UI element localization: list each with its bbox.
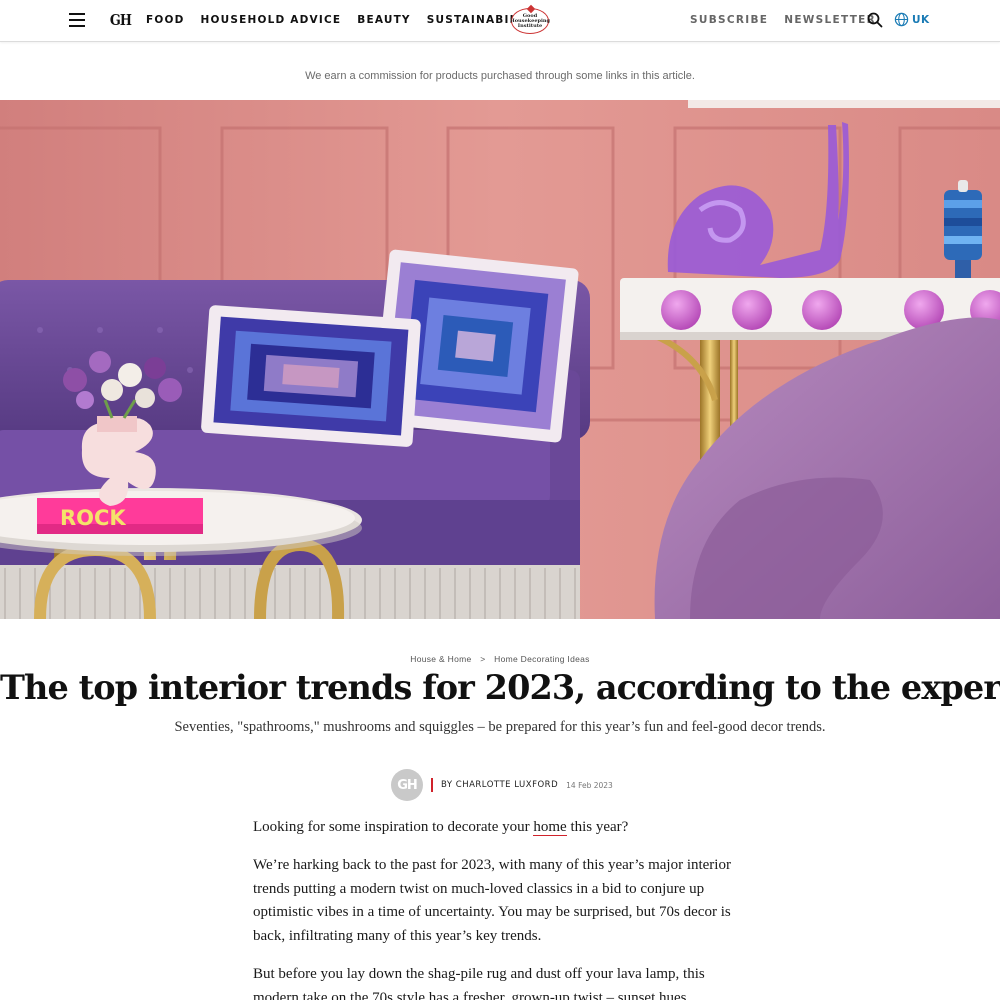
paragraph-intro-text: Looking for some inspiration to decorate… — [253, 819, 534, 835]
hero-illustration: ROCK — [0, 100, 1000, 619]
menu-icon[interactable] — [69, 13, 85, 27]
byline-divider — [431, 778, 433, 792]
article-title: The top interior trends for 2023, accord… — [0, 668, 1000, 707]
publish-date: 14 Feb 2023 — [566, 780, 613, 790]
region-label: UK — [912, 13, 930, 26]
hero-image: ROCK — [0, 100, 1000, 619]
search-icon[interactable] — [867, 12, 883, 28]
paragraph-seventies: We’re harking back to the past for 2023,… — [253, 857, 731, 944]
globe-icon — [894, 12, 909, 27]
institute-seal-logo[interactable]: Good Housekeeping Institute — [509, 8, 551, 34]
nav-link-household-advice[interactable]: HOUSEHOLD ADVICE — [201, 14, 342, 26]
article-body: Looking for some inspiration to decorate… — [253, 816, 738, 1000]
paragraph-intro-end: this year? — [566, 819, 629, 835]
article-dek: Seventies, "spathrooms," mushrooms and s… — [174, 719, 826, 735]
breadcrumb-home-decorating-ideas[interactable]: Home Decorating Ideas — [494, 654, 590, 664]
secondary-nav: SUBSCRIBE NEWSLETTER — [690, 14, 876, 26]
newsletter-link[interactable]: NEWSLETTER — [784, 14, 876, 26]
book-cover-text: ROCK — [60, 506, 126, 530]
breadcrumb-house-home[interactable]: House & Home — [410, 654, 471, 664]
affiliate-disclaimer: We earn a commission for products purcha… — [305, 70, 695, 82]
breadcrumb-separator: > — [480, 654, 486, 664]
byline: GH BY CHARLOTTE LUXFORD 14 Feb 2023 — [391, 769, 613, 801]
site-logo[interactable]: GH — [110, 11, 132, 29]
region-selector[interactable]: UK — [894, 12, 930, 27]
subscribe-link[interactable]: SUBSCRIBE — [690, 14, 768, 26]
top-navigation: GH FOOD HOUSEHOLD ADVICE BEAUTY SUSTAINA… — [0, 0, 1000, 42]
home-link[interactable]: home — [533, 819, 567, 836]
author-name[interactable]: BY CHARLOTTE LUXFORD — [441, 780, 558, 790]
institute-seal-text: Good Housekeeping Institute — [509, 12, 551, 29]
paragraph-intro: Looking for some inspiration to decorate… — [253, 816, 738, 840]
author-avatar[interactable]: GH — [391, 769, 423, 801]
paragraph-shag-pile: But before you lay down the shag-pile ru… — [253, 965, 705, 1000]
nav-link-food[interactable]: FOOD — [146, 14, 185, 26]
primary-nav: FOOD HOUSEHOLD ADVICE BEAUTY SUSTAINABIL… — [146, 14, 540, 26]
breadcrumb: House & Home > Home Decorating Ideas — [0, 654, 1000, 664]
nav-link-beauty[interactable]: BEAUTY — [357, 14, 410, 26]
